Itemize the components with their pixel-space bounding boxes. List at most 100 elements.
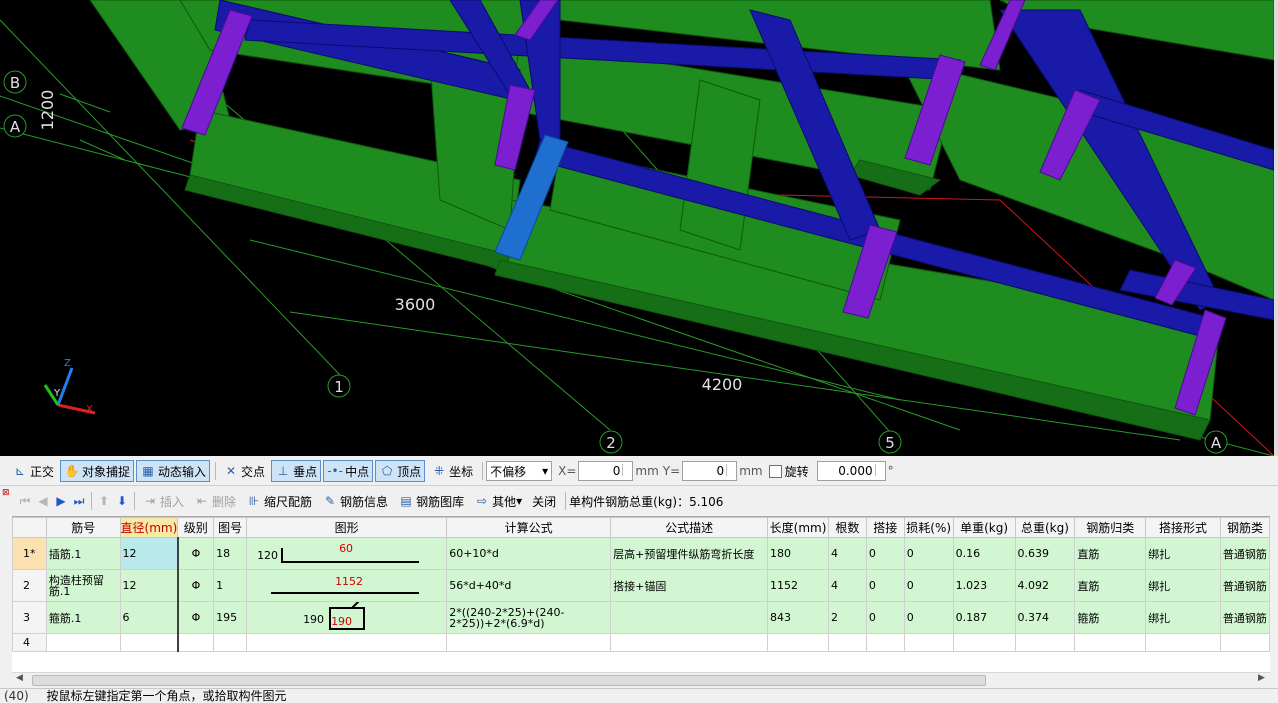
cell-loss[interactable]: 0	[903, 569, 954, 602]
cell-lap-type[interactable]	[1145, 633, 1221, 652]
scroll-right-icon[interactable]: ▶	[1258, 673, 1265, 683]
cell-unit-weight[interactable]: 0.187	[952, 601, 1016, 634]
close-button[interactable]: 关闭	[528, 490, 560, 512]
intersection-button[interactable]: ✕ 交点	[219, 460, 269, 482]
cell-lap-type[interactable]: 绑扎	[1145, 569, 1221, 602]
header-cell[interactable]: 总重(kg)	[1014, 517, 1076, 538]
coordinate-button[interactable]: ⁜ 坐标	[427, 460, 477, 482]
header-cell[interactable]: 筋号	[45, 517, 121, 538]
cell-category[interactable]	[1074, 633, 1147, 652]
header-cell[interactable]: 直径(mm)	[119, 517, 179, 538]
x-input[interactable]: 0	[578, 461, 634, 481]
cell-grade[interactable]: Φ	[177, 537, 215, 570]
header-cell[interactable]: 根数	[828, 517, 867, 538]
delete-button[interactable]: ⇤ 删除	[190, 490, 240, 512]
cell-lap[interactable]	[865, 633, 905, 652]
header-cell[interactable]: 计算公式	[446, 517, 612, 538]
cell-shape[interactable]	[246, 633, 448, 652]
cell-category[interactable]: 直筋	[1074, 569, 1147, 602]
header-cell[interactable]: 长度(mm)	[767, 517, 829, 538]
header-cell[interactable]: 图形	[246, 517, 448, 538]
rotate-input[interactable]: 0.000	[816, 461, 886, 481]
table-row[interactable]: 1* 插筋.1 12 Φ 18 120 60 60+10*d 层高+预留埋件纵筋…	[12, 537, 1270, 570]
cell-length[interactable]: 180	[767, 537, 829, 570]
cell-grade[interactable]	[177, 633, 215, 652]
cell-lap[interactable]: 0	[865, 537, 905, 570]
cell-count[interactable]: 4	[828, 537, 867, 570]
table-row[interactable]: 2 构造柱预留筋.1 12 Φ 1 1152 56*d+40*d 搭接+锚固 1…	[12, 569, 1270, 602]
3d-viewport[interactable]: B A 1 2 5 A 3600 4200 1200 X Y Z	[0, 0, 1274, 456]
cell-total-weight[interactable]	[1014, 633, 1076, 652]
panel-close-icon[interactable]: ⊠	[2, 488, 12, 500]
dynamic-input-button[interactable]: ▦ 动态输入	[136, 460, 211, 482]
cell-lap[interactable]: 0	[865, 601, 905, 634]
cell-length[interactable]: 843	[767, 601, 829, 634]
row-number[interactable]: 1*	[12, 537, 47, 570]
header-cell[interactable]: 损耗(%)	[903, 517, 954, 538]
cell-loss[interactable]: 0	[903, 601, 954, 634]
header-cell[interactable]: 级别	[177, 517, 215, 538]
last-record-icon[interactable]: ⏭	[70, 494, 88, 509]
row-number[interactable]: 3	[12, 601, 47, 634]
move-down-icon[interactable]: ⬇	[113, 494, 131, 508]
offset-select[interactable]: 不偏移 ▾	[486, 461, 553, 481]
row-number[interactable]: 2	[12, 569, 47, 602]
rebar-library-button[interactable]: ▤ 钢筋图库	[394, 490, 468, 512]
header-cell[interactable]: 搭接形式	[1145, 517, 1221, 538]
header-cell[interactable]: 单重(kg)	[952, 517, 1016, 538]
cell-formula[interactable]: 60+10*d	[446, 537, 612, 570]
cell-rebar-type[interactable]: 普通钢筋	[1219, 601, 1270, 634]
scale-rebar-button[interactable]: ⊪ 缩尺配筋	[242, 490, 316, 512]
cell-loss[interactable]: 0	[903, 537, 954, 570]
vertex-button[interactable]: ⬠ 顶点	[375, 460, 426, 482]
cell-length[interactable]: 1152	[767, 569, 829, 602]
cell-shape[interactable]: 190 190	[246, 601, 448, 634]
midpoint-button[interactable]: -•- 中点	[323, 460, 374, 482]
prev-record-icon[interactable]: ◀	[34, 494, 52, 508]
cell-unit-weight[interactable]: 0.16	[952, 537, 1016, 570]
header-cell[interactable]: 钢筋归类	[1074, 517, 1147, 538]
cell-name[interactable]: 箍筋.1	[45, 601, 121, 634]
cell-description[interactable]	[610, 601, 769, 634]
cell-total-weight[interactable]: 4.092	[1014, 569, 1076, 602]
cell-count[interactable]: 2	[828, 601, 867, 634]
cell-diameter[interactable]: 6	[119, 601, 179, 634]
cell-count[interactable]: 4	[828, 569, 867, 602]
cell-unit-weight[interactable]: 1.023	[952, 569, 1016, 602]
cell-rebar-type[interactable]: 普通钢筋	[1219, 537, 1270, 570]
next-record-icon[interactable]: ▶	[52, 494, 70, 508]
cell-formula[interactable]: 56*d+40*d	[446, 569, 612, 602]
cell-total-weight[interactable]: 0.639	[1014, 537, 1076, 570]
header-cell[interactable]: 公式描述	[610, 517, 769, 538]
cell-formula[interactable]: 2*((240-2*25)+(240-2*25))+2*(6.9*d)	[446, 601, 612, 634]
cell-unit-weight[interactable]	[952, 633, 1016, 652]
cell-name[interactable]: 构造柱预留筋.1	[45, 569, 121, 602]
cell-total-weight[interactable]: 0.374	[1014, 601, 1076, 634]
cell-category[interactable]: 直筋	[1074, 537, 1147, 570]
cell-name[interactable]	[45, 633, 121, 652]
header-cell[interactable]: 图号	[213, 517, 248, 538]
object-snap-button[interactable]: ✋ 对象捕捉	[60, 460, 135, 482]
model-canvas[interactable]: B A 1 2 5 A 3600 4200 1200 X Y Z	[0, 0, 1274, 456]
move-up-icon[interactable]: ⬆	[95, 494, 113, 508]
insert-button[interactable]: ⇥ 插入	[138, 490, 188, 512]
cell-description[interactable]: 层高+预留埋件纵筋弯折长度	[610, 537, 769, 570]
header-cell[interactable]: 搭接	[865, 517, 905, 538]
cell-grade[interactable]: Φ	[177, 569, 215, 602]
rebar-info-button[interactable]: ✎ 钢筋信息	[318, 490, 392, 512]
cell-rebar-type[interactable]: 普通钢筋	[1219, 569, 1270, 602]
rotate-checkbox[interactable]	[768, 464, 782, 478]
cell-length[interactable]	[767, 633, 829, 652]
cell-lap-type[interactable]: 绑扎	[1145, 537, 1221, 570]
first-record-icon[interactable]: ⏮	[16, 494, 34, 509]
cell-grade[interactable]: Φ	[177, 601, 215, 634]
cell-rebar-type[interactable]	[1219, 633, 1270, 652]
y-input[interactable]: 0	[682, 461, 738, 481]
cell-shape[interactable]: 120 60	[246, 537, 448, 570]
cell-diameter[interactable]: 12	[119, 537, 179, 570]
cell-description[interactable]	[610, 633, 769, 652]
table-horizontal-scrollbar[interactable]: ◀ ▶	[12, 672, 1270, 687]
cell-count[interactable]	[828, 633, 867, 652]
table-row[interactable]: 3 箍筋.1 6 Φ 195 190 190 2*((240-2*25)+(24…	[12, 601, 1270, 634]
table-row[interactable]: 4	[12, 633, 1270, 652]
